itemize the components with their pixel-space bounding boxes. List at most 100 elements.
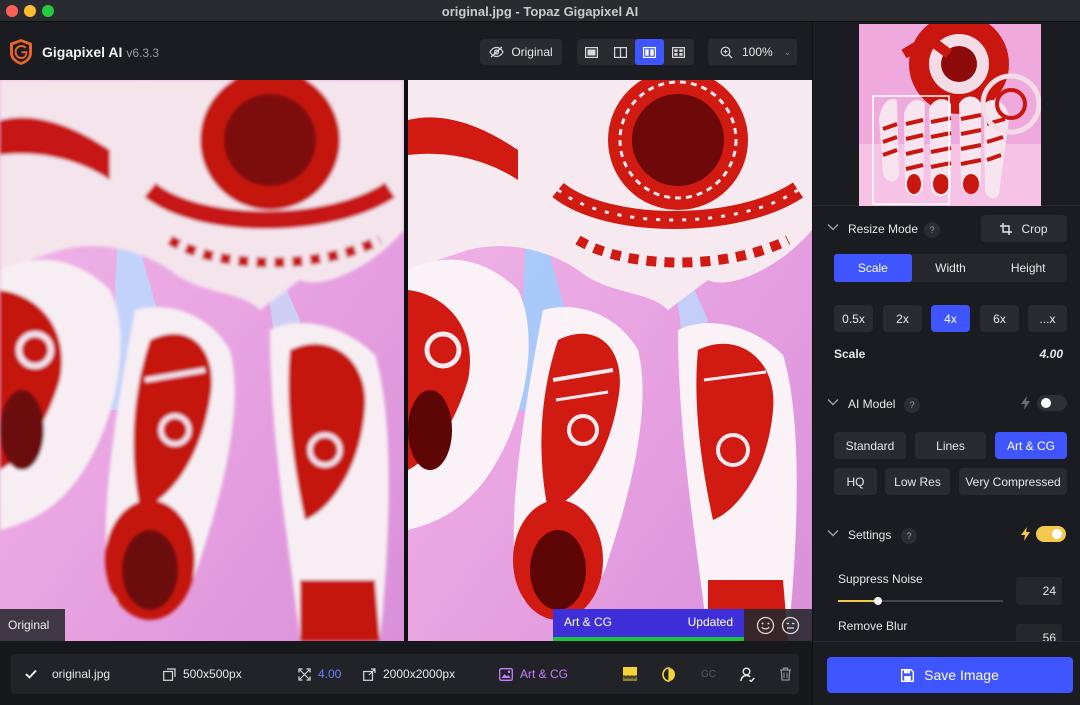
suppress-noise-label: Suppress Noise [838, 572, 923, 586]
settings-toggle[interactable] [1036, 526, 1066, 542]
suppress-noise-slider[interactable] [838, 597, 1003, 605]
side-by-side-view-button[interactable] [635, 39, 664, 65]
model-art-cg[interactable]: Art & CG [995, 432, 1067, 459]
grid-view-button[interactable] [664, 39, 693, 65]
split-view-icon [614, 46, 627, 58]
ai-model-toggle[interactable] [1037, 395, 1067, 411]
scale-indicator: 4.00 [298, 654, 341, 694]
ai-model-help-icon[interactable]: ? [904, 397, 920, 413]
file-status-bar: original.jpg 500x500px 4.00 2000x2000px … [0, 641, 812, 705]
settings-toggle-knob [1052, 529, 1062, 539]
scale-value[interactable]: 4.00 [1040, 347, 1063, 361]
scale-indicator-value: 4.00 [318, 667, 342, 681]
resize-mode-width[interactable]: Width [912, 254, 990, 282]
remove-blur-input[interactable]: 56 [1016, 624, 1062, 641]
processing-model-label: Art & CG [564, 615, 613, 629]
suppress-noise-input[interactable]: 24 [1016, 577, 1062, 605]
navigator-panel [813, 22, 1080, 206]
zoom-value: 100% [742, 45, 773, 59]
output-size-value: 2000x2000px [383, 667, 456, 681]
window-titlebar: original.jpg - Topaz Gigapixel AI [0, 0, 1080, 22]
color-correction-icon[interactable] [623, 667, 637, 681]
crop-icon [1000, 222, 1013, 235]
show-original-label: Original [511, 45, 553, 59]
scale-preset-2x[interactable]: 2x [883, 305, 922, 332]
model-indicator: Art & CG [499, 654, 568, 694]
model-low-res[interactable]: Low Res [885, 468, 950, 495]
output-size-icon [363, 667, 376, 681]
henna-hand-enhanced-image [408, 80, 812, 641]
suppress-noise-slider-fill [838, 600, 878, 602]
settings-help-icon[interactable]: ? [901, 528, 917, 544]
file-row[interactable]: original.jpg 500x500px 4.00 2000x2000px … [11, 654, 799, 694]
input-size-value: 500x500px [183, 667, 242, 681]
remove-blur-label: Remove Blur [838, 619, 908, 633]
resize-mode-scale[interactable]: Scale [834, 254, 912, 282]
show-original-button[interactable]: Original [480, 39, 562, 65]
floppy-disk-icon [901, 668, 915, 682]
settings-panel: Resize Mode ? Crop Scale Width Height 0.… [812, 22, 1080, 705]
app-name-text: Gigapixel AI [42, 44, 123, 60]
chevron-down-icon [827, 224, 839, 231]
view-mode-group [577, 39, 694, 65]
scale-preset-4x[interactable]: 4x [931, 305, 970, 332]
original-preview-pane[interactable] [0, 80, 404, 641]
main-toolbar: Gigapixel AI v6.3.3 Original 100% ⌄ [0, 22, 812, 80]
crop-button[interactable]: Crop [981, 215, 1067, 242]
scale-label: Scale [834, 347, 866, 361]
side-by-side-view-icon [643, 46, 656, 58]
grid-view-icon [672, 46, 685, 58]
save-image-button[interactable]: Save Image [827, 657, 1073, 693]
lightning-icon [1021, 396, 1030, 410]
processing-status-label: Updated [687, 615, 733, 629]
chevron-down-icon [827, 399, 839, 406]
henna-hand-original-image [0, 80, 404, 641]
output-size: 2000x2000px [363, 654, 455, 694]
file-checkbox[interactable]: original.jpg [25, 654, 110, 694]
scale-preset-6x[interactable]: 6x [980, 305, 1019, 332]
ai-model-title: AI Model [848, 397, 896, 411]
navigator-thumbnail-image [859, 24, 1041, 206]
resize-mode-title: Resize Mode [848, 222, 919, 236]
tone-adjust-icon[interactable] [661, 666, 677, 682]
resize-mode-selector: Scale Width Height [834, 254, 1067, 282]
remove-blur-input-clip: 56 [1016, 624, 1062, 641]
chevron-down-icon [827, 530, 839, 537]
eye-slash-icon [489, 46, 505, 58]
lightning-icon [1021, 527, 1030, 541]
single-view-icon [585, 46, 598, 58]
neutral-face-icon[interactable] [781, 616, 800, 635]
crop-label: Crop [1021, 221, 1048, 236]
model-indicator-value: Art & CG [520, 667, 569, 681]
scale-preset-0-5x[interactable]: 0.5x [834, 305, 873, 332]
face-recovery-icon[interactable] [740, 667, 755, 682]
resize-help-icon[interactable]: ? [924, 222, 940, 238]
save-image-label: Save Image [924, 667, 999, 683]
model-lines[interactable]: Lines [915, 432, 986, 459]
model-very-compressed[interactable]: Very Compressed [959, 468, 1067, 495]
zoom-dropdown[interactable]: 100% ⌄ [708, 39, 797, 65]
app-version: v6.3.3 [126, 46, 160, 60]
trash-icon[interactable] [779, 667, 792, 681]
settings-title: Settings [848, 528, 892, 542]
expand-icon [298, 667, 311, 681]
split-view-button[interactable] [606, 39, 635, 65]
single-view-button[interactable] [577, 39, 606, 65]
suppress-noise-slider-knob[interactable] [873, 597, 882, 605]
enhanced-preview-pane[interactable] [408, 80, 812, 641]
ai-model-toggle-knob [1041, 398, 1051, 408]
model-hq[interactable]: HQ [834, 468, 877, 495]
navigator-thumbnail[interactable] [859, 24, 1041, 206]
model-standard[interactable]: Standard [834, 432, 906, 459]
window-title: original.jpg - Topaz Gigapixel AI [441, 4, 639, 19]
smile-face-icon[interactable] [756, 616, 775, 635]
input-size: 500x500px [163, 654, 242, 694]
scale-preset-custom[interactable]: ...x [1028, 305, 1067, 332]
scale-value-row: Scale 4.00 [834, 347, 1067, 361]
processing-status-banner: Art & CG Updated [553, 609, 744, 641]
zoom-in-icon [720, 46, 733, 58]
gigapixel-logo-icon [10, 39, 32, 65]
resize-mode-height[interactable]: Height [989, 254, 1067, 282]
input-size-icon [163, 667, 176, 681]
gc-label[interactable]: GC [701, 669, 716, 680]
